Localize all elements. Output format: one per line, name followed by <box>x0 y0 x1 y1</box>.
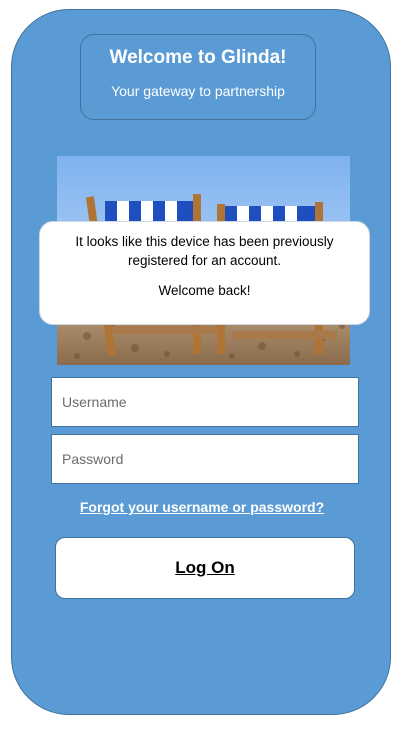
app-title: Welcome to Glinda! <box>109 47 287 68</box>
username-input[interactable] <box>51 377 359 427</box>
popup-welcome: Welcome back! <box>158 283 251 298</box>
welcome-banner: Welcome to Glinda! Your gateway to partn… <box>80 34 316 120</box>
password-input[interactable] <box>51 434 359 484</box>
forgot-credentials-link[interactable]: Forgot your username or password? <box>12 499 392 515</box>
device-registered-popup: It looks like this device has been previ… <box>39 221 370 325</box>
app-subtitle: Your gateway to partnership <box>111 83 285 99</box>
popup-message: It looks like this device has been previ… <box>75 234 334 268</box>
app-screen: Welcome to Glinda! Your gateway to partn… <box>11 9 391 715</box>
log-on-button[interactable]: Log On <box>55 537 355 599</box>
